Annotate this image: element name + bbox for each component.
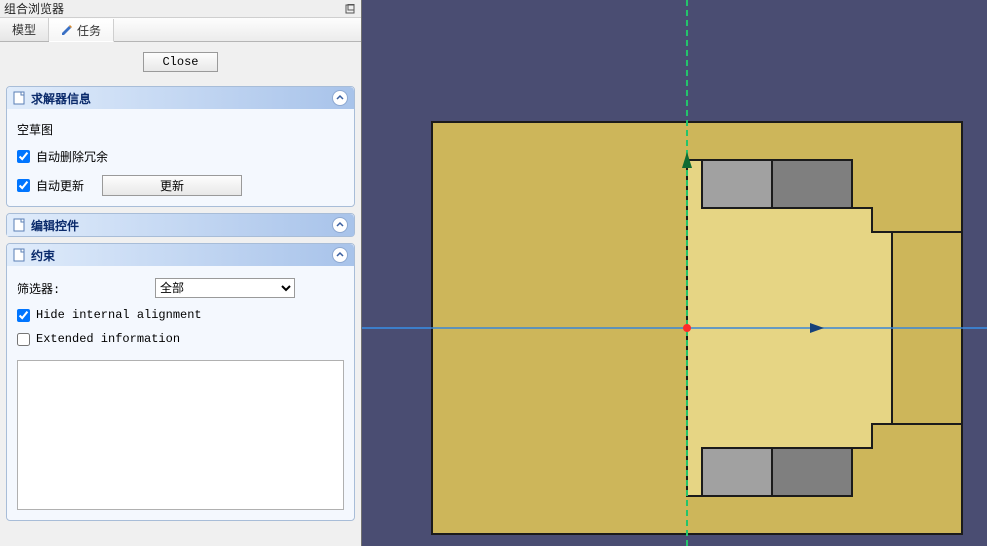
combo-browser-panel: 组合浏览器 模型 任务 Close 求解器信息 xyxy=(0,0,362,546)
solver-section-title: 求解器信息 xyxy=(31,90,326,107)
auto-update-label: 自动更新 xyxy=(36,177,84,194)
collapse-icon[interactable] xyxy=(332,247,348,263)
update-button[interactable]: 更新 xyxy=(102,175,242,196)
tab-model-label: 模型 xyxy=(12,21,36,38)
auto-remove-redundant-label: 自动删除冗余 xyxy=(36,148,108,165)
task-body: Close 求解器信息 空草图 自动删除冗余 xyxy=(0,42,361,546)
hide-internal-label: Hide internal alignment xyxy=(36,308,202,322)
origin-point xyxy=(683,324,691,332)
auto-remove-redundant-checkbox[interactable] xyxy=(17,150,30,163)
filter-label: 筛选器: xyxy=(17,280,147,297)
edit-section-title: 编辑控件 xyxy=(31,217,326,234)
panel-title: 组合浏览器 xyxy=(4,0,343,17)
edit-section: 编辑控件 xyxy=(6,213,355,237)
document-icon xyxy=(13,218,25,232)
constraints-section: 约束 筛选器: 全部 Hide internal alignment xyxy=(6,243,355,521)
hide-internal-checkbox[interactable] xyxy=(17,309,30,322)
constraint-list[interactable] xyxy=(17,360,344,510)
empty-sketch-label: 空草图 xyxy=(17,121,344,138)
tab-tasks[interactable]: 任务 xyxy=(49,19,114,42)
undock-icon[interactable] xyxy=(343,2,357,16)
solver-section: 求解器信息 空草图 自动删除冗余 自动更新 更新 xyxy=(6,86,355,207)
close-button[interactable]: Close xyxy=(143,52,217,72)
collapse-icon[interactable] xyxy=(332,90,348,106)
tab-strip: 模型 任务 xyxy=(0,18,361,42)
solver-section-header[interactable]: 求解器信息 xyxy=(7,87,354,109)
constraints-section-title: 约束 xyxy=(31,247,326,264)
pencil-icon xyxy=(61,24,73,36)
constraints-section-header[interactable]: 约束 xyxy=(7,244,354,266)
document-icon xyxy=(13,248,25,262)
3d-viewport[interactable] xyxy=(362,0,987,546)
tab-model[interactable]: 模型 xyxy=(0,18,49,41)
panel-title-bar: 组合浏览器 xyxy=(0,0,361,18)
tab-tasks-label: 任务 xyxy=(77,22,101,39)
extended-info-label: Extended information xyxy=(36,332,180,346)
collapse-icon[interactable] xyxy=(332,217,348,233)
document-icon xyxy=(13,91,25,105)
edit-section-header[interactable]: 编辑控件 xyxy=(7,214,354,236)
extended-info-checkbox[interactable] xyxy=(17,333,30,346)
auto-update-checkbox[interactable] xyxy=(17,179,30,192)
filter-select[interactable]: 全部 xyxy=(155,278,295,298)
